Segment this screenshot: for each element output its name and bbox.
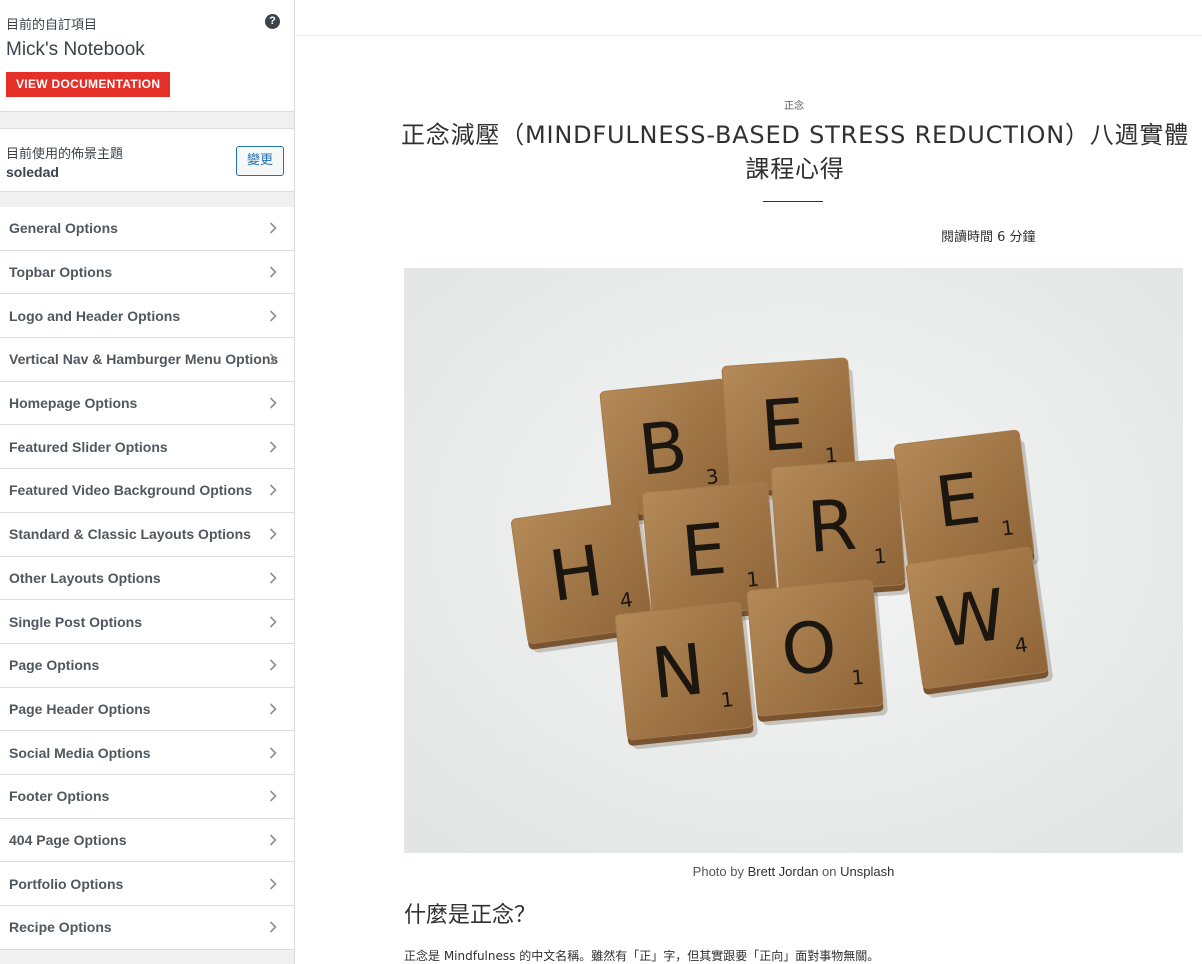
chevron-right-icon (268, 834, 278, 846)
panel-item-label: Recipe Options (9, 919, 112, 936)
chevron-right-icon (268, 659, 278, 671)
chevron-right-icon (268, 790, 278, 802)
panel-item-label: Portfolio Options (9, 875, 124, 892)
panel-item-label: Single Post Options (9, 613, 143, 630)
letter-tile: N1 (614, 601, 758, 750)
image-caption: Photo by Brett Jordan on Unsplash (404, 864, 1183, 879)
tile-letter: B (635, 405, 691, 492)
customizing-label: 目前的自訂項目 (6, 18, 98, 33)
panel-item[interactable]: Single Post Options (0, 600, 294, 644)
chevron-right-icon (268, 921, 278, 933)
post-title-wrap: 正念減壓（MINDFULNESS-BASED STRESS REDUCTION）… (400, 118, 1190, 186)
panel-item[interactable]: Featured Video Background Options (0, 469, 294, 513)
panel-item[interactable]: Other Layouts Options (0, 556, 294, 601)
body-paragraph: 正念是 Mindfulness 的中文名稱。雖然有「正」字，但其實跟要「正向」面… (404, 949, 880, 963)
chevron-right-icon (268, 615, 278, 628)
svg-text:3: 3 (705, 464, 720, 489)
chevron-right-icon (268, 353, 278, 365)
tile-letter: E (758, 383, 808, 468)
customizer-panel-list: General Options Topbar Options Logo and He… (0, 207, 294, 950)
panel-item[interactable]: Homepage Options (0, 381, 294, 426)
customizer-sidebar: 目前的自訂項目 ? Mick's Notebook VIEW DOCUMENTA… (0, 0, 295, 964)
panel-item[interactable]: Featured Slider Options (0, 425, 294, 470)
letter-tile: W4 (905, 546, 1053, 698)
letter-tile: O1 (746, 579, 888, 726)
tile-letter: O (778, 605, 840, 691)
reading-time: 閱讀時間 6 分鐘 (941, 230, 1036, 245)
caption-prefix: Photo by (692, 864, 748, 879)
caption-source-link[interactable]: Unsplash (840, 864, 894, 879)
panel-item-label: Logo and Header Options (9, 307, 181, 324)
customize-info: 目前的自訂項目 ? Mick's Notebook VIEW DOCUMENTA… (0, 0, 294, 112)
title-separator (763, 201, 823, 202)
svg-text:1: 1 (873, 544, 887, 569)
view-documentation-button[interactable]: VIEW DOCUMENTATION (6, 72, 171, 97)
scrabble-tiles-image: B 3E 1H 4E 1R 1E 1N 1O 1W 4 (404, 268, 1183, 853)
panel-item[interactable]: Portfolio Options (0, 862, 294, 906)
panel-item-label: Vertical Nav & Hamburger Menu Options (9, 351, 279, 368)
chevron-right-icon (268, 266, 278, 278)
panel-item[interactable]: Recipe Options (0, 906, 294, 950)
panel-item[interactable]: Topbar Options (0, 250, 294, 295)
panel-item-label: Footer Options (9, 788, 110, 805)
chevron-right-icon (268, 703, 278, 715)
panel-item[interactable]: Standard & Classic Layouts Options (0, 512, 294, 557)
panel-item[interactable]: General Options (0, 207, 294, 251)
tile-letter: N (648, 628, 709, 715)
panel-item[interactable]: Logo and Header Options (0, 294, 294, 339)
chevron-right-icon (268, 222, 278, 234)
site-preview: 正念 正念減壓（MINDFULNESS-BASED STRESS REDUCTI… (296, 0, 1202, 964)
svg-text:1: 1 (720, 687, 735, 712)
svg-text:1: 1 (745, 567, 760, 592)
help-icon[interactable]: ? (265, 14, 280, 29)
panel-item-label: General Options (9, 220, 118, 237)
chevron-right-icon (268, 528, 278, 540)
panel-item[interactable]: Page Options (0, 643, 294, 688)
panel-item[interactable]: Social Media Options (0, 731, 294, 775)
active-theme-section: 目前使用的佈景主題 soledad 變更 (0, 128, 294, 192)
tile-letter: E (678, 508, 729, 594)
post-category[interactable]: 正念 (296, 97, 1202, 112)
chevron-right-icon (268, 878, 278, 890)
chevron-right-icon (268, 310, 278, 322)
change-theme-button[interactable]: 變更 (236, 146, 284, 176)
preview-top-bar (296, 0, 1202, 36)
panel-item-label: Page Header Options (9, 700, 151, 717)
chevron-right-icon (268, 747, 278, 759)
site-title: Mick's Notebook (6, 39, 145, 60)
panel-item-label: 404 Page Options (9, 831, 127, 848)
panel-item-label: Other Layouts Options (9, 569, 161, 586)
panel-item[interactable]: 404 Page Options (0, 818, 294, 863)
svg-text:1: 1 (850, 665, 865, 690)
panel-item-label: Standard & Classic Layouts Options (9, 526, 251, 543)
caption-middle: on (818, 864, 841, 879)
panel-item-label: Homepage Options (9, 395, 138, 412)
tile-letter: W (931, 573, 1011, 664)
letter-tile: R1 (770, 458, 910, 603)
panel-item[interactable]: Vertical Nav & Hamburger Menu Options (0, 338, 294, 382)
chevron-right-icon (268, 484, 278, 497)
panel-item-label: Page Options (9, 657, 100, 674)
chevron-right-icon (268, 441, 278, 453)
caption-author-link[interactable]: Brett Jordan (748, 864, 819, 879)
chevron-right-icon (268, 572, 278, 584)
tile-letter: R (805, 484, 859, 569)
panel-item-label: Featured Slider Options (9, 438, 168, 455)
featured-image: B3E1H4E1R1E1N1O1W4 (404, 268, 1183, 853)
panel-item-label: Social Media Options (9, 744, 151, 761)
panel-item-label: Featured Video Background Options (9, 482, 253, 499)
panel-item-label: Topbar Options (9, 264, 113, 281)
section-heading: 什麼是正念？ (404, 903, 537, 928)
post-title: 正念減壓（MINDFULNESS-BASED STRESS REDUCTION）… (401, 121, 1189, 183)
chevron-right-icon (268, 397, 278, 409)
panel-item[interactable]: Footer Options (0, 774, 294, 819)
panel-item[interactable]: Page Header Options (0, 687, 294, 732)
